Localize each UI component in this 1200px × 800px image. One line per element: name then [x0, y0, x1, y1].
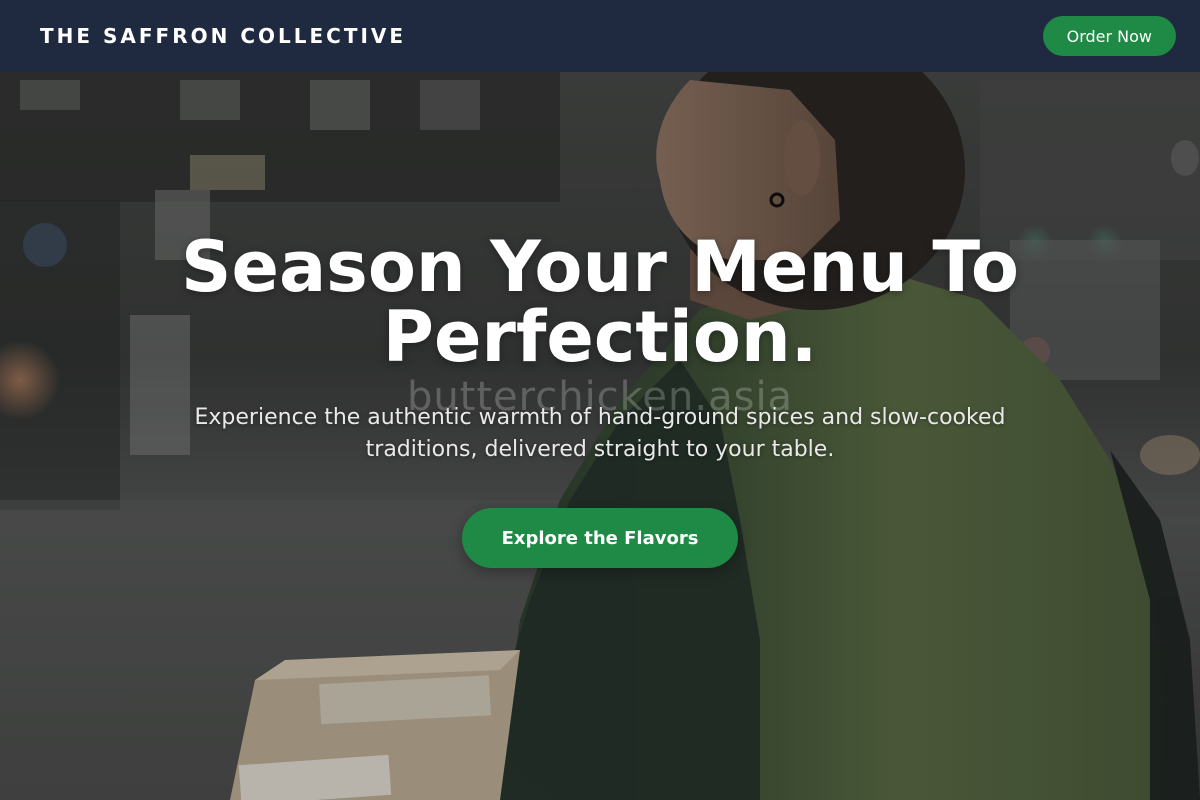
hero-subheadline: Experience the authentic warmth of hand-… — [194, 405, 1006, 462]
hero-headline: Season Your Menu To Perfection. — [181, 226, 1019, 378]
brand-logo-text[interactable]: THE SAFFRON COLLECTIVE — [40, 24, 406, 48]
hero-content: Season Your Menu To Perfection. Experien… — [0, 232, 1200, 568]
order-now-button[interactable]: Order Now — [1042, 16, 1176, 56]
top-navbar: THE SAFFRON COLLECTIVE Order Now — [0, 0, 1200, 72]
explore-flavors-button[interactable]: Explore the Flavors — [462, 508, 738, 568]
